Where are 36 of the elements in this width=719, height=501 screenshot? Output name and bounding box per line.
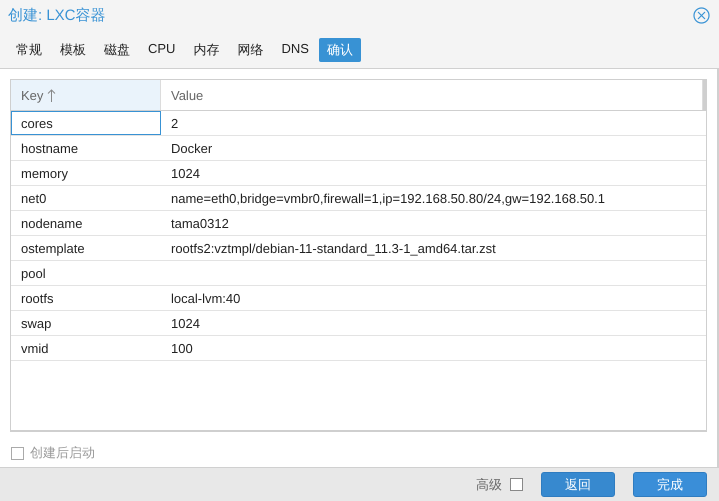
tab[interactable]: 磁盘 [96,38,138,62]
tab[interactable]: 内存 [185,38,228,62]
value-cell-text: tama0312 [170,214,230,232]
value-cell-text: rootfs2:vztmpl/debian-11-standard_11.3-1_amd64.tar.zst [170,240,497,258]
key-cell-text: nodename [20,214,84,232]
tab[interactable]: CPU [140,38,184,62]
advanced-label: 高级 [476,476,502,494]
start-label: 创建后启动 [30,444,95,462]
key-cell-text: ostemplate [20,240,86,258]
header-label: Key [21,88,44,102]
column-header[interactable]: Key [11,80,161,110]
tab[interactable]: 模板 [52,38,94,62]
window-title: 创建: LXC容器 [8,6,106,24]
key-cell-text: vmid [20,340,50,358]
key-cell-text: pool [20,264,47,283]
key-cell-text: swap [20,314,52,333]
key-cell: cores [11,111,161,135]
tab[interactable]: 常规 [8,38,50,62]
sort-up-icon [47,88,56,102]
value-cell-text: 2 [170,114,180,132]
key-cell-text: rootfs [20,290,55,308]
value-cell-text: 100 [170,340,194,358]
key-cell-text: net0 [20,190,48,208]
value-cell-text: 1024 [170,314,201,332]
key-cell-text: hostname [20,140,80,158]
advanced-checkbox[interactable] [510,478,523,491]
value-cell-text: Docker [170,140,214,158]
tab[interactable]: 网络 [229,38,272,62]
value-cell-text: local-lvm:40 [170,290,242,308]
header-label: Value [171,88,204,102]
back-button[interactable]: 返回 [541,472,615,497]
value-cell-text: name=eth0,bridge=vmbr0,firewall=1,ip=192.168.50.80/24,gw=192.168.50.1 [170,190,606,208]
value-cell-text: 1024 [170,164,201,182]
close-icon[interactable] [693,6,710,24]
key-cell-text: memory [20,164,69,183]
tab[interactable]: DNS [273,38,317,62]
